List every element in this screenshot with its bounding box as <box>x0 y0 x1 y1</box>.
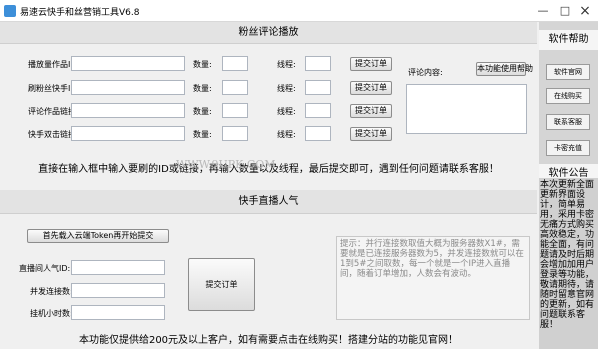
row-2-submit-button[interactable]: 提交订单 <box>350 81 392 95</box>
row-1-thread-input[interactable] <box>305 56 331 71</box>
concurrency-label: 并发连接数: <box>30 287 73 296</box>
row-3-qty-input[interactable] <box>222 103 248 118</box>
load-token-button[interactable]: 首先载入云端Token再开始提交 <box>27 229 169 243</box>
row-3-link-input[interactable] <box>71 103 185 118</box>
hours-input[interactable] <box>71 305 165 320</box>
announce-text: 本次更新全面更新界面设计，简单易用，采用卡密无痛方式购买高效稳定，功能全面，有问… <box>539 178 598 349</box>
row-2-qty-label: 数量: <box>193 84 212 93</box>
live-hint: 提示：并行连接数取值大概为服务器数X1#，需要就是已连接服务器数为5，并发连接数… <box>336 236 530 320</box>
card-recharge-button[interactable]: 卡密充值 <box>546 140 590 156</box>
comment-content-label: 评论内容: <box>408 68 443 77</box>
official-site-button[interactable]: 软件官网 <box>546 64 590 80</box>
contact-support-button[interactable]: 联系客服 <box>546 114 590 130</box>
help-title: 软件帮助 <box>539 30 598 50</box>
row-2-id-input[interactable] <box>71 80 185 95</box>
bottom-notice: 本功能仅提供给200元及以上客户，如有需要点击在线购买！搭建分站的功能见官网！ <box>0 333 537 349</box>
row-3-submit-button[interactable]: 提交订单 <box>350 104 392 118</box>
row-3-thread-label: 线程: <box>277 107 296 116</box>
row-4-qty-label: 数量: <box>193 130 212 139</box>
comment-section-title: 粉丝评论播放 <box>0 22 537 44</box>
row-4-thread-label: 线程: <box>277 130 296 139</box>
watermark: WWW.9UPK.COM <box>176 158 276 171</box>
minimize-button[interactable]: — <box>534 2 552 20</box>
row-1-qty-label: 数量: <box>193 60 212 69</box>
row-2-thread-label: 线程: <box>277 84 296 93</box>
row-1-submit-button[interactable]: 提交订单 <box>350 57 392 71</box>
row-3-thread-input[interactable] <box>305 103 331 118</box>
row-3-qty-label: 数量: <box>193 107 212 116</box>
maximize-button[interactable]: □ <box>556 2 574 20</box>
live-section-title: 快手直播人气 <box>0 190 537 214</box>
close-button[interactable]: × <box>574 2 596 20</box>
room-id-label: 直播间人气ID: <box>19 264 71 273</box>
row-4-link-input[interactable] <box>71 126 185 141</box>
row-1-thread-label: 线程: <box>277 60 296 69</box>
row-2-thread-input[interactable] <box>305 80 331 95</box>
row-2-qty-input[interactable] <box>222 80 248 95</box>
window-title: 易速云快手和丝营销工具V6.8 <box>20 8 140 18</box>
app-icon <box>4 5 16 17</box>
row-4-thread-input[interactable] <box>305 126 331 141</box>
help-button[interactable]: 本功能使用帮助 <box>476 62 533 76</box>
comment-content-textarea[interactable] <box>406 84 527 134</box>
hours-label: 挂机小时数: <box>30 309 73 318</box>
row-4-submit-button[interactable]: 提交订单 <box>350 127 392 141</box>
title-bar: 易速云快手和丝营销工具V6.8 — □ × <box>0 0 598 22</box>
buy-online-button[interactable]: 在线购买 <box>546 88 590 104</box>
row-1-qty-input[interactable] <box>222 56 248 71</box>
row-1-id-input[interactable] <box>71 56 185 71</box>
room-id-input[interactable] <box>71 260 165 275</box>
row-4-qty-input[interactable] <box>222 126 248 141</box>
live-submit-button[interactable]: 提交订单 <box>188 258 255 311</box>
concurrency-input[interactable] <box>71 283 165 298</box>
